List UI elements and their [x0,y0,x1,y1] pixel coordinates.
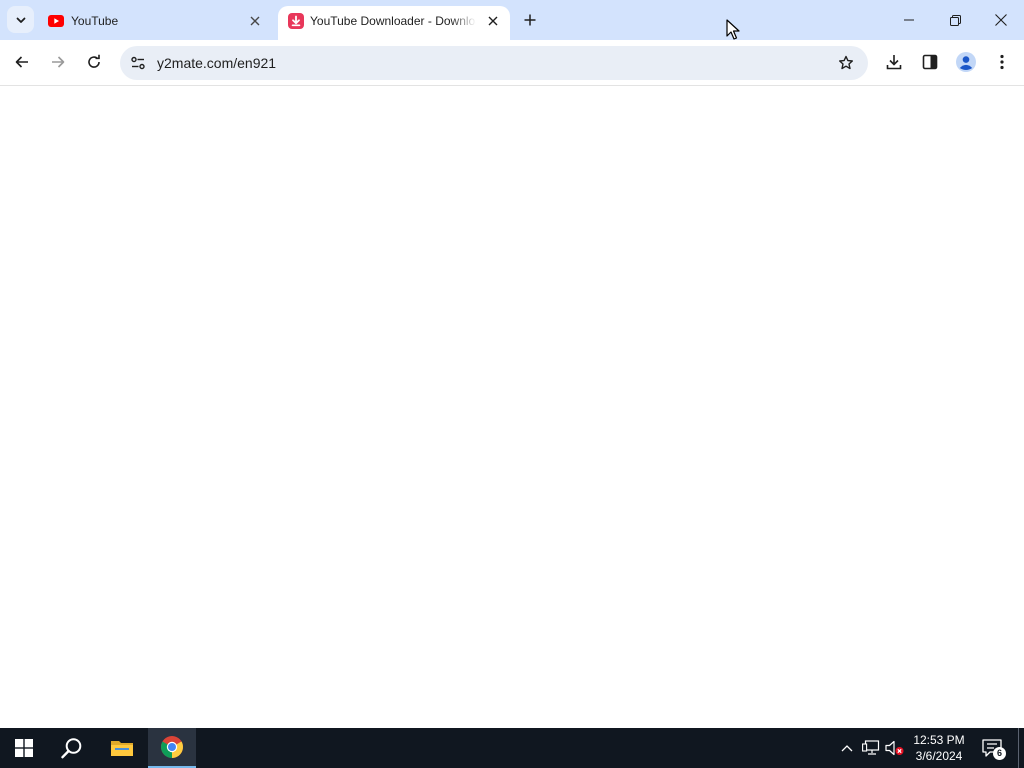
close-icon [995,14,1007,26]
restore-icon [949,14,961,26]
reload-icon [88,54,100,68]
avatar-icon [956,52,976,72]
start-icon [15,739,33,757]
clock-date: 3/6/2024 [915,749,963,763]
minimize-icon [904,19,914,21]
arrow-left-icon [15,56,28,68]
new-tab-button[interactable] [518,8,542,32]
start-button[interactable] [0,728,48,768]
browser-toolbar: y2mate.com/en921 [0,40,1024,86]
side-panel-icon [922,54,938,70]
notification-count-badge: 6 [993,747,1006,760]
file-explorer-button[interactable] [98,728,146,768]
close-window-button[interactable] [978,0,1024,40]
chrome-icon [161,736,183,758]
address-bar[interactable]: y2mate.com/en921 [120,46,868,80]
download-icon [886,55,902,70]
mouse-cursor-icon [726,19,740,40]
taskbar: 12:53 PM 3/6/2024 6 [0,728,1024,768]
show-desktop-button[interactable] [1018,728,1024,768]
menu-button[interactable] [987,47,1017,77]
action-center-button[interactable]: 6 [980,736,1006,760]
chrome-taskbar-button[interactable] [148,728,196,768]
tab-strip: YouTube YouTube Downloader - Download [0,0,1024,40]
reload-button[interactable] [79,47,109,77]
search-button[interactable] [48,728,96,768]
plus-icon [524,14,536,26]
restore-button[interactable] [932,0,978,40]
more-vertical-icon [1000,54,1004,70]
tab-title: YouTube Downloader - Download [310,14,476,28]
close-tab-icon[interactable] [484,12,502,30]
tab-youtube[interactable]: YouTube [38,6,272,40]
web-page-content[interactable] [0,87,1024,728]
tab-title: YouTube [71,14,119,28]
network-button[interactable] [861,738,881,758]
search-icon [61,738,82,759]
youtube-icon [48,13,64,29]
arrow-right-icon [52,56,65,68]
side-panel-button[interactable] [915,47,945,77]
url-text[interactable]: y2mate.com/en921 [157,56,276,71]
volume-muted-icon [885,740,904,756]
clock-time: 12:53 PM [913,733,965,747]
tab-youtube-downloader[interactable]: YouTube Downloader - Download [278,6,510,40]
back-button[interactable] [7,47,37,77]
tab-search-button[interactable] [7,6,34,33]
minimize-button[interactable] [886,0,932,40]
downloads-button[interactable] [879,47,909,77]
profile-button[interactable] [951,47,981,77]
close-tab-icon[interactable] [246,12,264,30]
chevron-up-icon [841,745,853,752]
site-info-icon[interactable] [128,53,148,73]
chevron-down-icon [16,17,25,23]
network-icon [862,740,880,755]
forward-button[interactable] [43,47,73,77]
volume-button[interactable] [885,738,905,758]
system-clock[interactable]: 12:53 PM 3/6/2024 [906,732,972,764]
downloader-icon [288,13,304,29]
show-hidden-icons-button[interactable] [837,738,857,758]
bookmark-star-icon[interactable] [836,53,856,73]
file-explorer-icon [111,741,133,756]
